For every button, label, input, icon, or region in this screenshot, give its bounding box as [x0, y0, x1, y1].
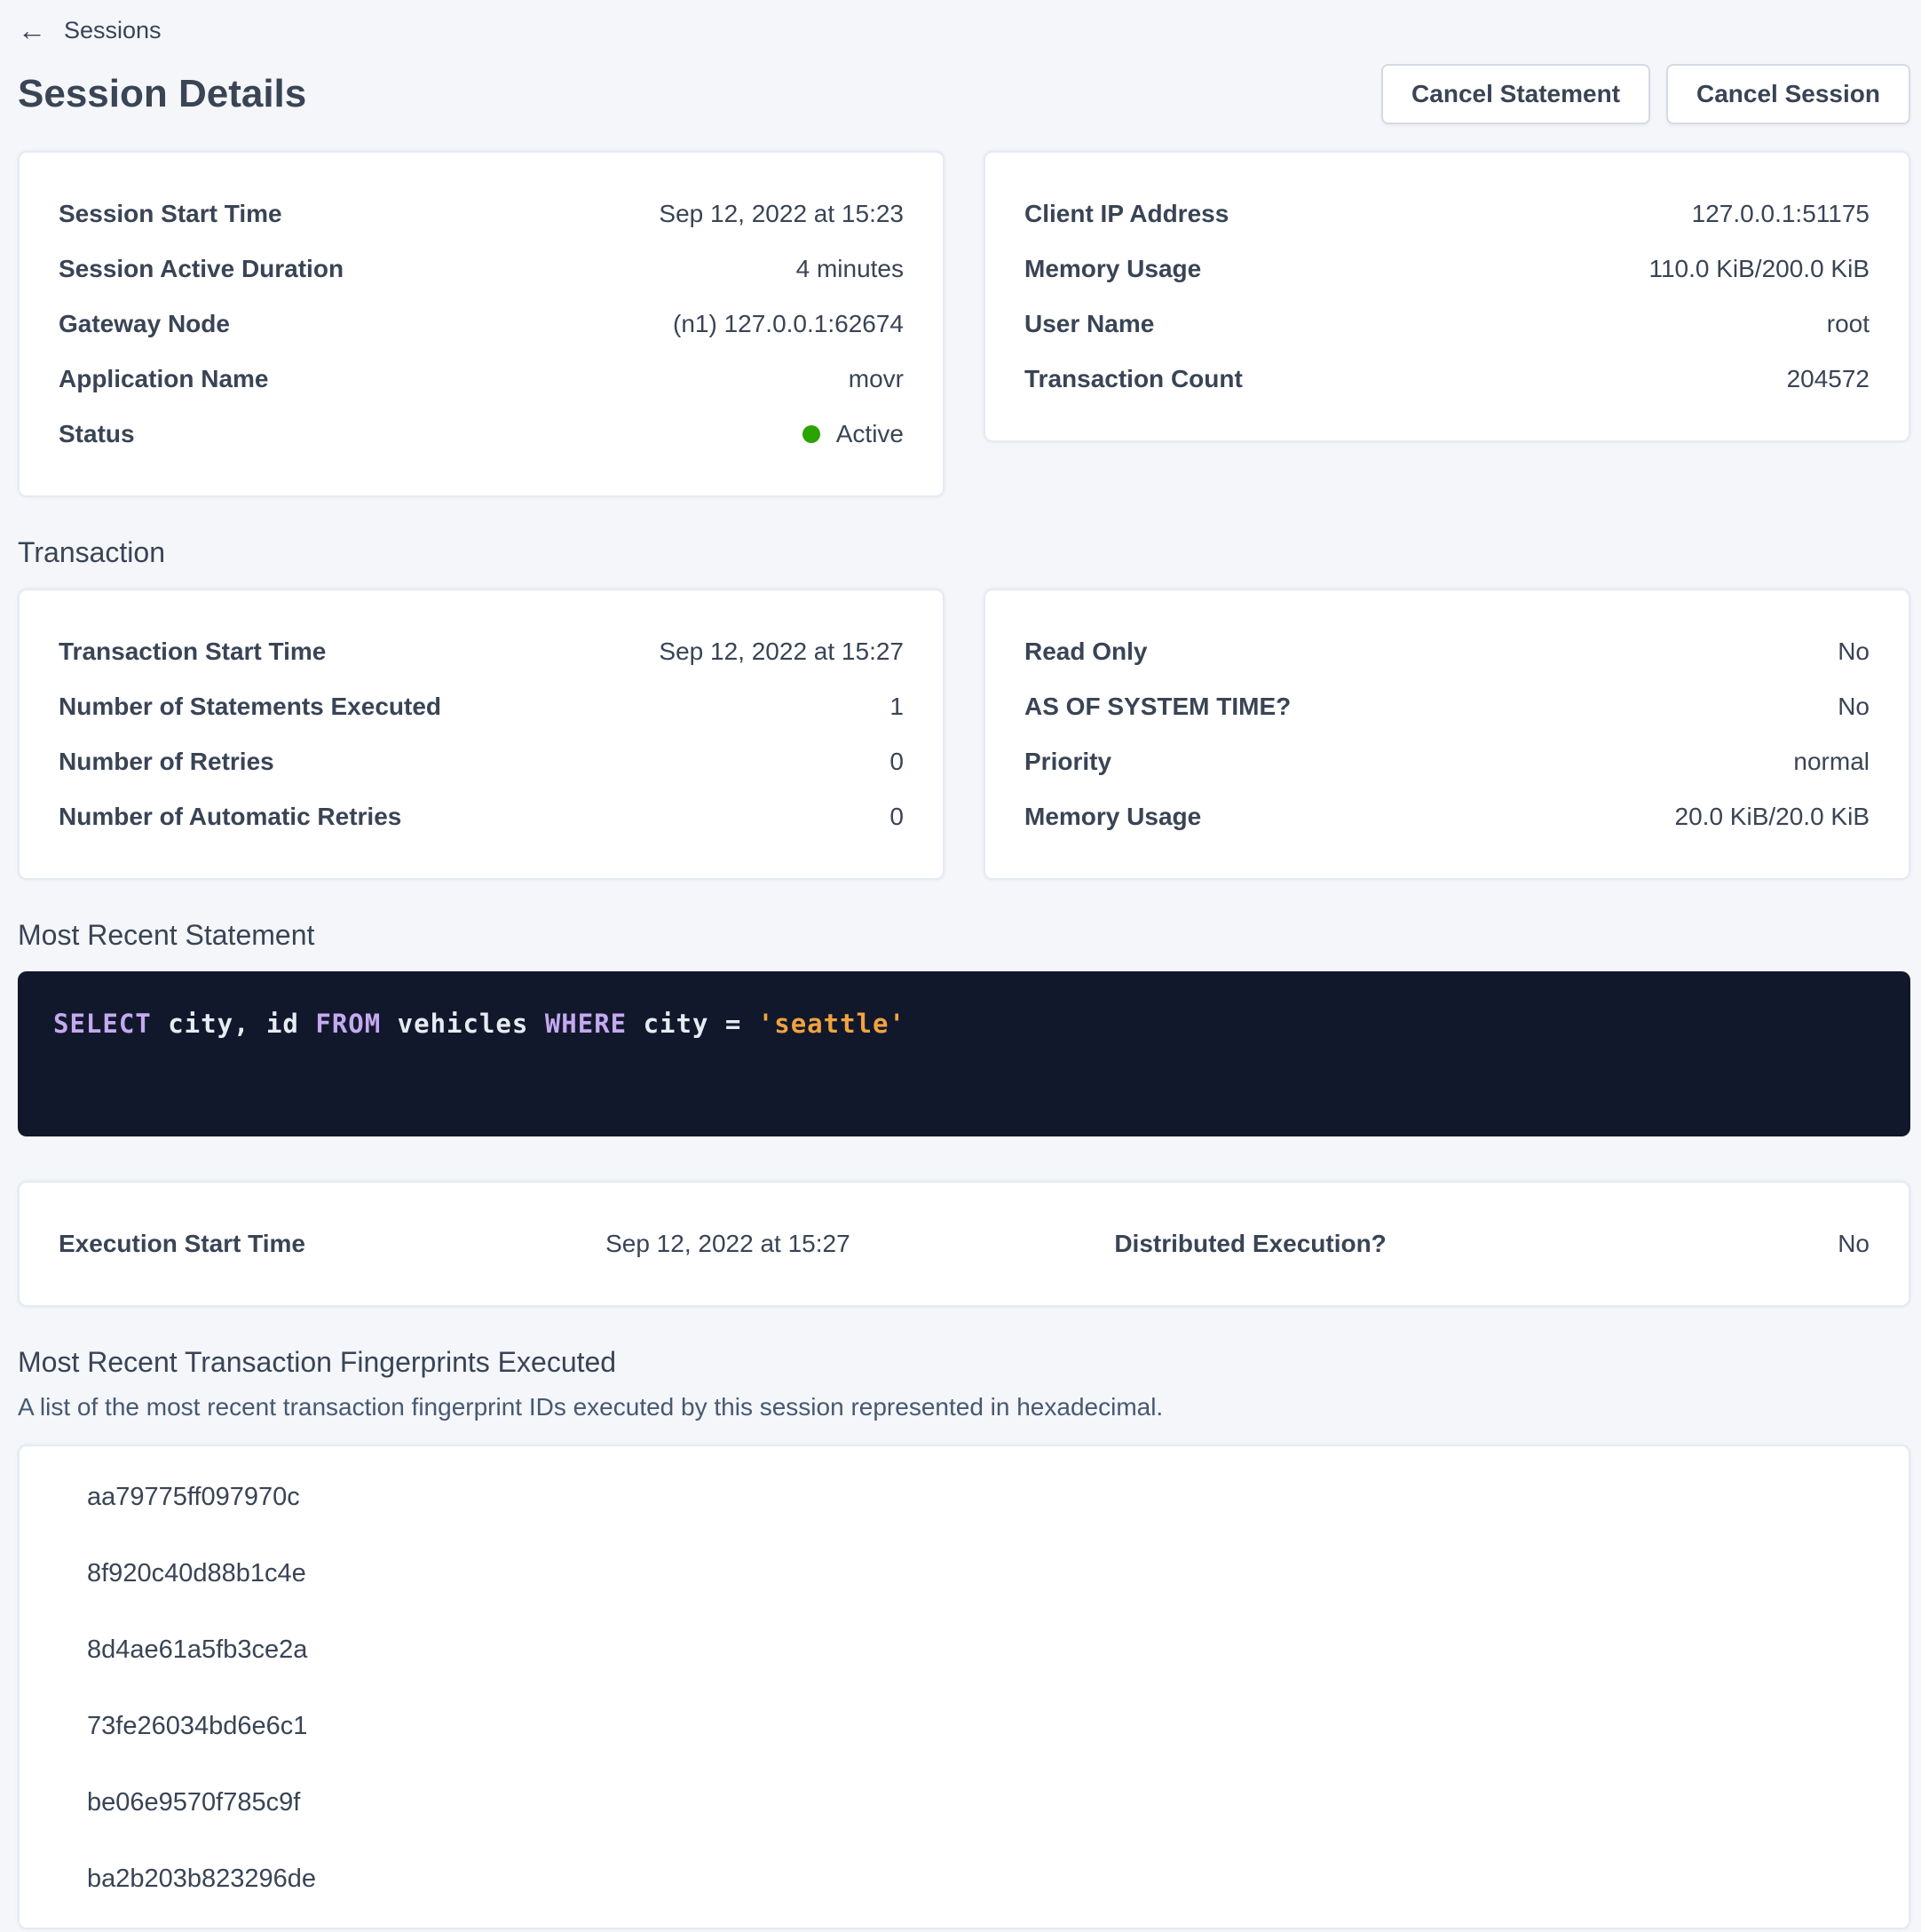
- gateway-node-row: Gateway Node (n1) 127.0.0.1:62674: [59, 297, 904, 352]
- fingerprint-item: 8f920c40d88b1c4e: [87, 1535, 1870, 1611]
- fingerprint-item: aa79775ff097970c: [87, 1459, 1870, 1535]
- fingerprint-item: 73fe26034bd6e6c1: [87, 1688, 1870, 1764]
- cancel-session-button[interactable]: Cancel Session: [1666, 64, 1910, 124]
- row-value: 0: [889, 803, 904, 831]
- execution-start-time-value: Sep 12, 2022 at 15:27: [605, 1230, 1114, 1258]
- row-value: normal: [1793, 748, 1870, 776]
- header-buttons: Cancel Statement Cancel Session: [1381, 64, 1910, 124]
- row-label: Read Only: [1024, 637, 1147, 666]
- execution-row: Execution Start Time Sep 12, 2022 at 15:…: [59, 1216, 1870, 1271]
- status-value: Active: [802, 420, 904, 448]
- application-name-row: Application Name movr: [59, 352, 904, 407]
- sql-statement: SELECT city, id FROM vehicles WHERE city…: [53, 1009, 905, 1039]
- fingerprint-item: ba2b203b823296de: [87, 1841, 1870, 1917]
- row-label: AS OF SYSTEM TIME?: [1024, 693, 1291, 721]
- row-label: User Name: [1024, 310, 1154, 338]
- row-value: Sep 12, 2022 at 15:23: [659, 200, 904, 228]
- session-active-duration-row: Session Active Duration 4 minutes: [59, 242, 904, 297]
- row-value: movr: [849, 365, 904, 393]
- row-label: Number of Statements Executed: [59, 693, 441, 721]
- distributed-execution-value: No: [1838, 1230, 1870, 1258]
- breadcrumb[interactable]: ← Sessions: [18, 12, 162, 48]
- most-recent-statement-code-block: SELECT city, id FROM vehicles WHERE city…: [18, 971, 1910, 1136]
- transaction-right-card: Read Only No AS OF SYSTEM TIME? No Prior…: [984, 589, 1910, 880]
- row-label: Application Name: [59, 365, 268, 393]
- session-details-page: ← Sessions Session Details Cancel Statem…: [0, 0, 1921, 1932]
- fingerprint-item: be06e9570f785c9f: [87, 1764, 1870, 1841]
- transaction-start-time-row: Transaction Start Time Sep 12, 2022 at 1…: [59, 624, 904, 679]
- row-label: Client IP Address: [1024, 200, 1229, 228]
- distributed-execution-label: Distributed Execution?: [1114, 1230, 1838, 1258]
- row-label: Number of Retries: [59, 748, 274, 776]
- row-label: Status: [59, 420, 135, 448]
- session-start-time-row: Session Start Time Sep 12, 2022 at 15:23: [59, 186, 904, 242]
- back-arrow-icon: ←: [18, 16, 46, 44]
- session-info-card: Session Start Time Sep 12, 2022 at 15:23…: [18, 151, 945, 497]
- execution-start-time-label: Execution Start Time: [59, 1230, 605, 1258]
- row-label: Session Start Time: [59, 200, 282, 228]
- memory-usage-row: Memory Usage 110.0 KiB/200.0 KiB: [1024, 242, 1870, 297]
- transaction-section-heading: Transaction: [18, 536, 1910, 569]
- row-value: No: [1838, 693, 1870, 721]
- row-label: Memory Usage: [1024, 803, 1201, 831]
- priority-row: Priority normal: [1024, 734, 1870, 789]
- fingerprints-description: A list of the most recent transaction fi…: [18, 1393, 1910, 1421]
- automatic-retries-row: Number of Automatic Retries 0: [59, 789, 904, 844]
- row-label: Number of Automatic Retries: [59, 803, 401, 831]
- page-header: Session Details Cancel Statement Cancel …: [18, 64, 1910, 124]
- execution-card: Execution Start Time Sep 12, 2022 at 15:…: [18, 1181, 1910, 1307]
- row-label: Priority: [1024, 748, 1111, 776]
- retries-row: Number of Retries 0: [59, 734, 904, 789]
- transaction-memory-usage-row: Memory Usage 20.0 KiB/20.0 KiB: [1024, 789, 1870, 844]
- statements-executed-row: Number of Statements Executed 1: [59, 679, 904, 734]
- transaction-count-row: Transaction Count 204572: [1024, 352, 1870, 407]
- user-name-row: User Name root: [1024, 297, 1870, 352]
- row-value: root: [1827, 310, 1870, 338]
- row-value: 1: [889, 693, 904, 721]
- fingerprints-card: aa79775ff097970c 8f920c40d88b1c4e 8d4ae6…: [18, 1445, 1910, 1929]
- row-value: 4 minutes: [796, 255, 904, 283]
- client-ip-row: Client IP Address 127.0.0.1:51175: [1024, 186, 1870, 242]
- row-label: Transaction Count: [1024, 365, 1243, 393]
- status-active-dot-icon: [802, 425, 820, 443]
- page-title: Session Details: [18, 72, 306, 116]
- row-label: Session Active Duration: [59, 255, 344, 283]
- row-value: 110.0 KiB/200.0 KiB: [1648, 255, 1870, 283]
- row-value: No: [1838, 637, 1870, 666]
- row-label: Gateway Node: [59, 310, 230, 338]
- client-info-card: Client IP Address 127.0.0.1:51175 Memory…: [984, 151, 1910, 442]
- row-value: 0: [889, 748, 904, 776]
- status-row: Status Active: [59, 407, 904, 462]
- status-label: Active: [836, 420, 904, 448]
- read-only-row: Read Only No: [1024, 624, 1870, 679]
- fingerprints-heading: Most Recent Transaction Fingerprints Exe…: [18, 1346, 1910, 1379]
- row-label: Transaction Start Time: [59, 637, 326, 666]
- as-of-system-time-row: AS OF SYSTEM TIME? No: [1024, 679, 1870, 734]
- row-value: Sep 12, 2022 at 15:27: [659, 637, 904, 666]
- row-value: 204572: [1787, 365, 1870, 393]
- fingerprint-item: 8d4ae61a5fb3ce2a: [87, 1611, 1870, 1688]
- gateway-node-link[interactable]: (n1) 127.0.0.1:62674: [673, 310, 904, 338]
- row-value: 127.0.0.1:51175: [1692, 200, 1870, 228]
- breadcrumb-label: Sessions: [64, 17, 162, 44]
- transaction-cards: Transaction Start Time Sep 12, 2022 at 1…: [18, 589, 1910, 880]
- cancel-statement-button[interactable]: Cancel Statement: [1381, 64, 1650, 124]
- session-summary-cards: Session Start Time Sep 12, 2022 at 15:23…: [18, 151, 1910, 497]
- transaction-left-card: Transaction Start Time Sep 12, 2022 at 1…: [18, 589, 945, 880]
- row-label: Memory Usage: [1024, 255, 1201, 283]
- row-value: 20.0 KiB/20.0 KiB: [1675, 803, 1870, 831]
- most-recent-statement-heading: Most Recent Statement: [18, 919, 1910, 952]
